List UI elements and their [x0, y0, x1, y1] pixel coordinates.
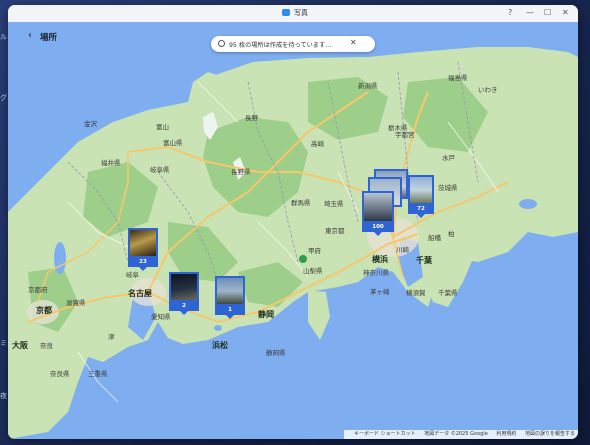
photo-cluster-hamamatsu[interactable]: 1	[215, 276, 245, 324]
terms-link[interactable]: 利用規約	[496, 431, 516, 437]
desktop-fragment: グ	[0, 94, 7, 102]
label-yokosuka: 横須賀	[406, 289, 426, 297]
park-marker	[299, 255, 307, 263]
cluster-count: 23	[128, 258, 158, 267]
page-title[interactable]: 場所	[40, 31, 57, 43]
label-gifu-pref: 岐阜県	[150, 166, 170, 174]
cluster-pointer	[374, 232, 382, 236]
label-takasaki: 高崎	[311, 140, 324, 148]
photos-app-icon	[282, 9, 290, 16]
cluster-count: 100	[362, 223, 394, 232]
minimize-button[interactable]: —	[526, 7, 534, 18]
photo-cluster-chiba[interactable]: 72	[408, 175, 434, 225]
report-error-link[interactable]: 地図の誤りを報告する	[525, 431, 575, 437]
label-kanagawa: 神奈川県	[363, 269, 389, 277]
desktop-fragment: ル	[0, 33, 7, 41]
label-kashiwa: 柏	[448, 230, 455, 238]
label-aichi: 愛知県	[151, 313, 171, 321]
label-nagano-pref: 長野県	[231, 168, 251, 176]
help-button[interactable]: ?	[508, 7, 512, 18]
label-hamamatsu: 浜松	[212, 341, 228, 350]
label-iwaki: いわき	[478, 86, 498, 94]
label-kyoto-pref: 京都府	[28, 286, 48, 294]
map-data-credit: 地図データ ©2025 Google	[424, 431, 488, 437]
lake-biwa	[54, 242, 66, 274]
cluster-count: 72	[408, 205, 434, 214]
cluster-thumbnail	[408, 175, 434, 205]
cluster-pointer	[417, 214, 425, 218]
label-saitama: 埼玉県	[324, 200, 344, 208]
lake-hamana	[214, 325, 222, 331]
cluster-count: 1	[215, 306, 245, 315]
photos-window: 写真 ? — ☐ ✕ 金沢 福井県 富山 富山県 岐阜県 長野 長野県 高崎 群…	[8, 5, 578, 439]
label-tsu: 津	[108, 333, 115, 341]
label-shiga: 滋賀県	[66, 299, 86, 307]
label-chiba: 千葉	[416, 256, 432, 265]
label-nagano: 長野	[245, 114, 258, 122]
label-mito: 水戸	[442, 154, 455, 162]
label-utsunomiya: 宇都宮	[395, 131, 415, 139]
label-nara-pref: 奈良県	[50, 370, 70, 378]
label-kyoto: 京都	[36, 306, 52, 315]
label-yokohama: 横浜	[372, 255, 388, 264]
close-status-icon[interactable]: ✕	[350, 38, 357, 47]
title-bar[interactable]: 写真 ? — ☐ ✕	[8, 5, 578, 22]
photo-cluster-tokyo[interactable]: 100	[362, 169, 408, 239]
label-chigasaki: 茅ヶ崎	[370, 288, 390, 296]
label-fukui: 福井県	[101, 159, 121, 167]
label-gunma: 群馬県	[291, 199, 311, 207]
label-funabashi: 船橋	[428, 234, 441, 242]
desktop-fragment: ミ	[0, 339, 7, 347]
maximize-button[interactable]: ☐	[544, 7, 551, 18]
keyboard-shortcuts-link[interactable]: キーボード ショートカット	[354, 431, 416, 437]
label-nagoya: 名古屋	[128, 289, 152, 298]
desktop-fragment: 夜	[0, 392, 7, 400]
cluster-pointer	[226, 315, 234, 319]
label-toyama: 富山	[156, 123, 169, 131]
label-shizuoka-pref: 静岡県	[266, 349, 286, 357]
map-view[interactable]: 金沢 福井県 富山 富山県 岐阜県 長野 長野県 高崎 群馬県 栃木県 宇都宮 …	[8, 22, 578, 439]
cluster-count: 2	[169, 302, 199, 311]
label-ibaraki: 茨城県	[438, 184, 458, 192]
label-chiba-pref: 千葉県	[438, 289, 458, 297]
label-toyama-pref: 富山県	[163, 139, 183, 147]
cluster-thumbnail	[215, 276, 245, 306]
loading-spinner-icon	[218, 40, 225, 47]
map-attribution: キーボード ショートカット 地図データ ©2025 Google 利用規約 地図…	[344, 430, 578, 439]
cluster-pointer	[180, 311, 188, 315]
label-niigata: 新潟県	[358, 82, 378, 90]
photo-cluster-gifu-south[interactable]: 2	[169, 272, 199, 320]
location-status-bar: 95 枚の場所は作成を待っています… ✕	[211, 36, 375, 52]
close-button[interactable]: ✕	[562, 7, 569, 18]
label-shizuoka: 静岡	[258, 310, 274, 319]
photo-cluster-nagoya[interactable]: 23	[128, 228, 158, 276]
back-chevron-icon[interactable]: ‹	[28, 30, 32, 41]
location-status-text: 95 枚の場所は作成を待っています…	[229, 42, 332, 49]
window-title: 写真	[294, 9, 308, 17]
label-kofu: 甲府	[308, 247, 321, 255]
label-kawasaki: 川崎	[396, 246, 409, 254]
label-fukushima: 福島県	[448, 74, 468, 82]
label-mie: 三重県	[88, 370, 108, 378]
label-tokyo: 東京都	[325, 227, 345, 235]
cluster-thumbnail	[169, 272, 199, 302]
label-osaka: 大阪	[12, 341, 28, 350]
lake-kasumigaura	[519, 199, 537, 209]
cluster-thumbnail	[362, 191, 394, 223]
label-yamanashi: 山梨県	[303, 267, 323, 275]
cluster-thumbnail	[128, 228, 158, 258]
label-nara: 奈良	[40, 342, 53, 350]
cluster-pointer	[139, 267, 147, 271]
label-kanazawa: 金沢	[84, 120, 97, 128]
